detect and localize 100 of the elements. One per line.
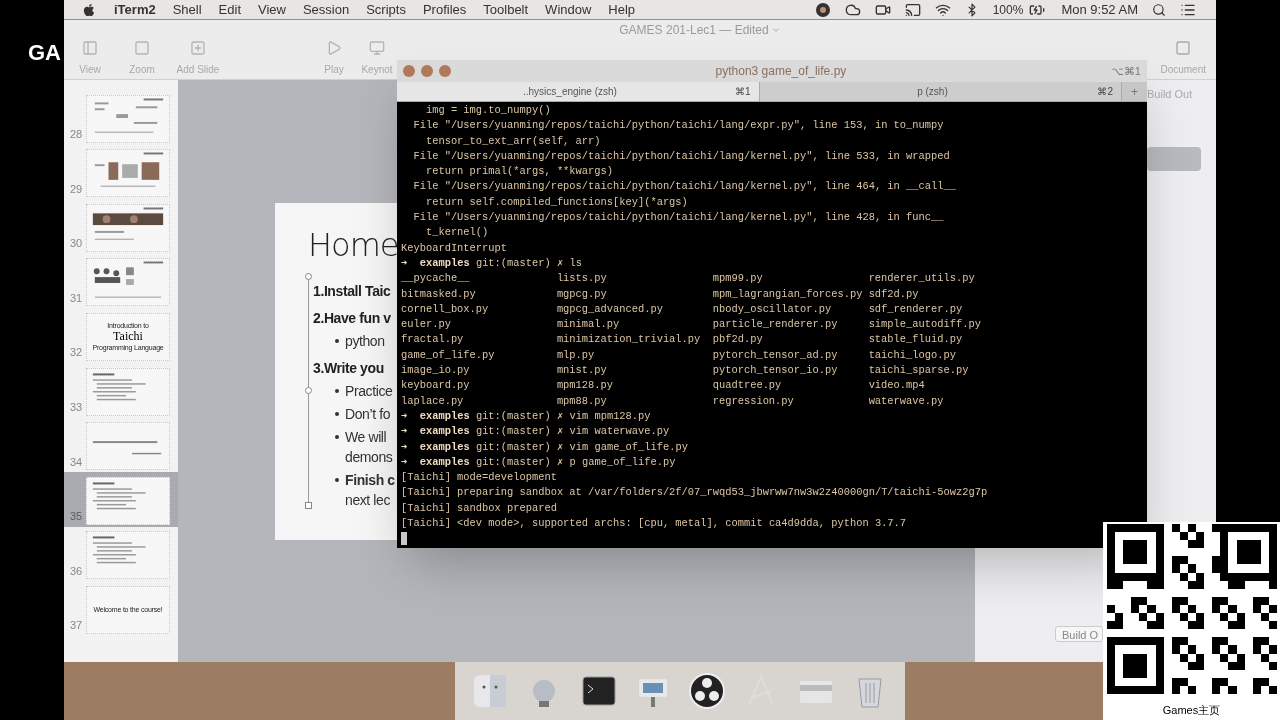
airplay-icon[interactable] [904, 1, 921, 18]
slide-number: 34 [70, 454, 84, 470]
slide-heading: 3.Write you [313, 359, 385, 378]
slide-number: 36 [70, 563, 84, 579]
slide-thumbnail[interactable] [86, 258, 170, 307]
slide-heading: 1.Install Taic [313, 282, 392, 301]
file-name: fractal.py [401, 332, 464, 348]
terminal-tab[interactable]: p (zsh) ⌘2 [759, 82, 1122, 101]
file-name: keyboard.py [401, 378, 470, 394]
menu-item[interactable]: iTerm2 [114, 0, 156, 20]
file-name: particle_renderer.py [712, 317, 838, 333]
sidebar-icon [82, 40, 98, 56]
cursor [401, 532, 407, 546]
shortcut-label: ⌥⌘1 [1110, 63, 1141, 79]
menu-item[interactable]: Edit [218, 0, 241, 20]
terminal-line: File "/Users/yuanming/repos/taichi/python/taichi/lang/expr.py", line 153, in to_numpy [412, 118, 944, 134]
channel-mark: GA [28, 40, 61, 65]
terminal-line: tensor_to_ext_arr(self, arr) [424, 133, 601, 149]
terminal-line: File "/Users/yuanming/repos/taichi/python/taichi/lang/kernel.py", line 428, in func__ [412, 210, 944, 226]
resize-handle[interactable] [305, 502, 312, 509]
obs-icon[interactable] [687, 671, 728, 711]
slide-thumbnail[interactable] [86, 149, 170, 198]
terminal-line: [Taichi] <dev mode>, supported archs: [cpu, metal], commit ca4d9dda, python 3.7.7 [401, 516, 907, 531]
terminal-line: File "/Users/yuanming/repos/taichi/python/taichi/lang/kernel.py", line 464, in __call__ [412, 179, 956, 195]
file-name: taichi_sparse.py [868, 363, 969, 379]
build-out-button[interactable]: Build O [1055, 626, 1103, 642]
file-name: video.mp4 [868, 378, 925, 394]
slide-thumbnail[interactable] [86, 476, 170, 525]
file-name: sdf_renderer.py [868, 301, 963, 317]
resize-handle[interactable] [305, 273, 312, 280]
menu-item[interactable]: View [258, 0, 286, 20]
menu-item[interactable]: Session [302, 0, 350, 20]
window-title: python3 game_of_life.py [715, 63, 847, 80]
menu-item[interactable]: Toolbelt [483, 0, 529, 20]
slide-thumbnail[interactable] [86, 531, 170, 580]
prompt-line: ➜ examples git:(master) ✗ vim game_of_life.py [401, 439, 688, 455]
terminal-line: return self.compiled_functions[key](*args) [424, 194, 688, 210]
document-icon [1175, 40, 1192, 56]
menu-item[interactable]: Profiles [422, 0, 467, 20]
slide-thumbnail[interactable] [86, 203, 170, 252]
prompt-line: ➜ examples git:(master) ✗ ls [401, 255, 582, 271]
slide-bullet: Don’t fo [345, 405, 391, 424]
file-name: euler.py [401, 317, 451, 333]
zoom-button[interactable] [439, 65, 451, 77]
file-name: simple_autodiff.py [868, 317, 981, 333]
close-button[interactable] [403, 65, 415, 77]
menu-item[interactable]: Scripts [366, 0, 406, 20]
record-icon[interactable] [814, 1, 831, 18]
file-name: pbf2d.py [712, 332, 763, 348]
prompt-line: ➜ examples git:(master) ✗ vim mpm128.py [401, 408, 651, 424]
file-name: nbody_oscillator.py [712, 301, 832, 317]
resize-handle[interactable] [305, 387, 312, 394]
apple-icon[interactable] [82, 2, 96, 17]
file-name: image_io.py [401, 363, 470, 379]
slide-thumbnail[interactable] [86, 367, 170, 416]
play-icon [326, 40, 342, 56]
slide-thumbnail[interactable] [86, 422, 170, 471]
file-name: taichi_logo.py [868, 347, 956, 363]
slide-bullet: python [345, 332, 385, 351]
battery-percentage: 100% [992, 1, 1024, 19]
file-name: mpm88.py [556, 393, 607, 409]
menu-item[interactable]: Shell [172, 0, 202, 20]
file-name: mgpcg.py [556, 286, 607, 302]
slide-bullet: We will demons [345, 428, 393, 467]
file-name: mpm99.py [712, 271, 763, 287]
slide-number: 33 [70, 400, 84, 416]
slide-thumbnail[interactable] [86, 94, 170, 143]
terminal-line: [Taichi] mode=development [401, 470, 557, 486]
slide-bullet: Practice [345, 382, 393, 401]
slide-number: 29 [70, 181, 84, 197]
slide-number: 32 [70, 345, 84, 361]
window-title: GAMES 201-Lec1 — Edited [619, 22, 769, 39]
minimize-button[interactable] [421, 65, 433, 77]
monitor-icon [369, 40, 385, 56]
file-name: mpm_lagrangian_forces.py [712, 286, 863, 302]
file-name: laplace.py [401, 393, 464, 409]
file-name: minimal.py [556, 317, 620, 333]
terminal-line: t_kernel() [424, 225, 489, 241]
file-name: mpm128.py [556, 378, 613, 394]
slide-number: 35 [70, 509, 84, 525]
prompt-line: ➜ examples git:(master) ✗ vim waterwave.py [401, 424, 670, 440]
menu-item[interactable]: Window [545, 0, 592, 20]
file-name: waterwave.py [868, 393, 944, 409]
menu-item[interactable]: Help [608, 0, 636, 20]
prompt-line: ➜ examples git:(master) ✗ p game_of_life.py [401, 454, 676, 470]
thumbnail-text: Taichi [113, 330, 143, 344]
inspector-button[interactable] [1147, 146, 1201, 171]
file-name: pytorch_tensor_io.py [712, 363, 838, 379]
zoom-icon [134, 40, 150, 56]
clock[interactable]: Mon 9:52 AM [1061, 0, 1138, 20]
slide-title: Home [308, 227, 399, 263]
slide-heading: 2.Have fun v [313, 309, 392, 328]
file-name: regression.py [712, 393, 794, 409]
file-name: cornell_box.py [401, 301, 489, 317]
search-icon[interactable] [1152, 2, 1166, 17]
terminal-line: return primal(*args, **kwargs) [424, 164, 613, 180]
terminal-tab[interactable]: ..hysics_engine (zsh) ⌘1 [397, 82, 760, 101]
add-icon [190, 40, 206, 56]
terminal-line: [Taichi] sandbox prepared [401, 500, 557, 516]
file-name: lists.py [556, 271, 607, 287]
